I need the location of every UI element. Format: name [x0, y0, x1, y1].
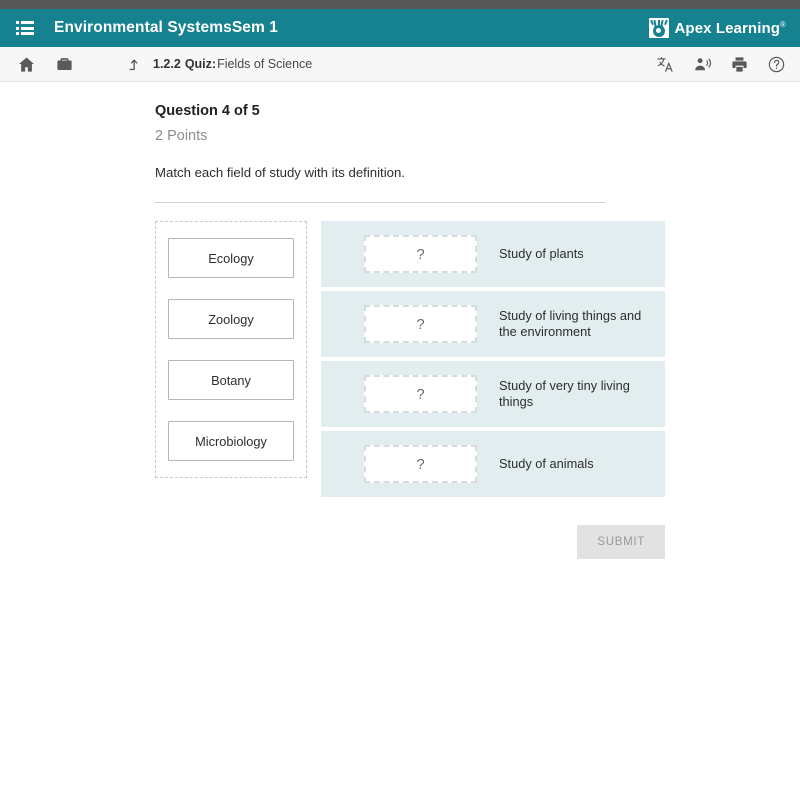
text-to-speech-icon[interactable]: [693, 55, 712, 74]
brand-trademark: ®: [780, 19, 786, 29]
definition-label: Study of very tiny living things: [499, 378, 630, 409]
activity-name: Fields of Science: [217, 57, 313, 71]
definition-label: Study of plants: [499, 246, 584, 261]
draggable-tile[interactable]: Zoology: [168, 299, 294, 339]
definition-label: Study of animals: [499, 456, 594, 471]
activity-number: 1.2.2: [153, 57, 181, 71]
match-row: ? Study of animals: [321, 431, 665, 497]
home-icon[interactable]: [17, 55, 36, 74]
matching-question-area: Ecology Zoology Botany Microbiology ? St…: [155, 221, 800, 497]
app-header: Environmental SystemsSem 1 Apex Learning…: [0, 9, 800, 47]
drop-target-list: ? Study of plants ? Study of living thin…: [321, 221, 665, 497]
apex-torch-logo-icon: [648, 18, 669, 38]
brand-name: Apex Learning®: [675, 20, 787, 37]
draggable-tile[interactable]: Ecology: [168, 238, 294, 278]
question-prompt: Match each field of study with its defin…: [155, 165, 405, 180]
toolbar-right-icons: [656, 55, 786, 74]
activity-kind: Quiz:: [184, 57, 217, 71]
submit-button[interactable]: SUBMIT: [577, 525, 665, 559]
drop-zone[interactable]: ?: [364, 375, 477, 413]
briefcase-icon[interactable]: [55, 55, 74, 74]
print-icon[interactable]: [730, 55, 749, 74]
match-row: ? Study of living things and the environ…: [321, 291, 665, 357]
page-title: Question 4 of 5: [155, 103, 260, 119]
question-content: Question 4 of 5 2 Points Match each fiel…: [0, 82, 800, 559]
breadcrumb: 1.2.2 Quiz: Fields of Science: [126, 56, 312, 73]
top-window-strip: [0, 0, 800, 9]
match-row: ? Study of plants: [321, 221, 665, 287]
drop-zone[interactable]: ?: [364, 445, 477, 483]
course-title: Environmental SystemsSem 1: [54, 19, 278, 36]
drop-zone[interactable]: ?: [364, 305, 477, 343]
activity-toolbar: 1.2.2 Quiz: Fields of Science: [0, 47, 800, 82]
draggable-tile[interactable]: Botany: [168, 360, 294, 400]
list-menu-icon[interactable]: [16, 21, 34, 35]
translate-icon[interactable]: [656, 55, 675, 74]
submit-row: SUBMIT: [155, 525, 665, 559]
match-row: ? Study of very tiny living things: [321, 361, 665, 427]
drop-zone[interactable]: ?: [364, 235, 477, 273]
toolbar-left-icons: [17, 55, 74, 74]
brand-name-text: Apex Learning: [674, 19, 780, 37]
draggable-tile[interactable]: Microbiology: [168, 421, 294, 461]
answer-bank: Ecology Zoology Botany Microbiology: [155, 221, 307, 478]
definition-label: Study of living things and the environme…: [499, 308, 642, 339]
help-circle-icon[interactable]: [767, 55, 786, 74]
divider: [155, 202, 605, 203]
brand-logo: Apex Learning®: [648, 18, 787, 38]
question-points: 2 Points: [155, 128, 208, 144]
up-level-arrow-icon[interactable]: [126, 56, 143, 73]
